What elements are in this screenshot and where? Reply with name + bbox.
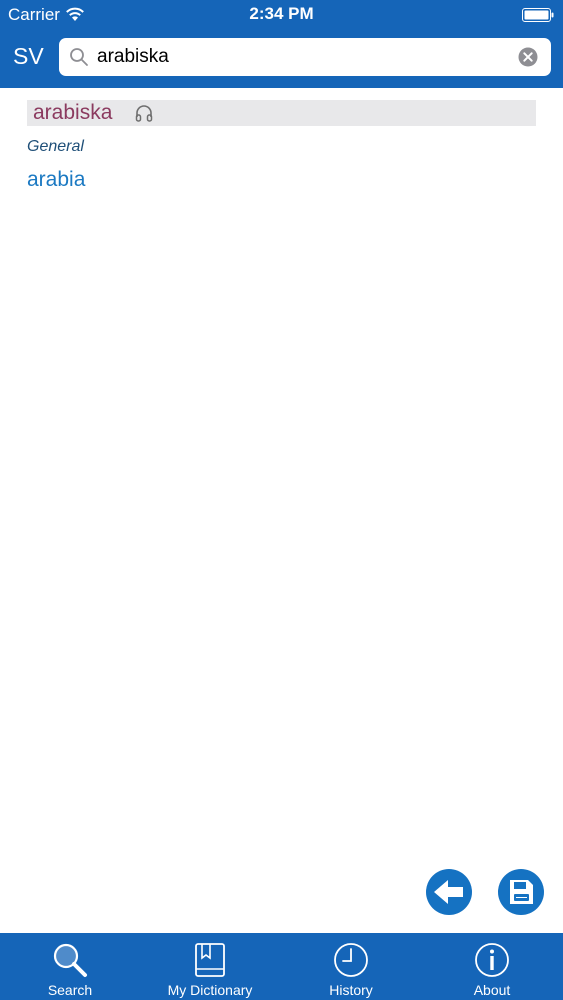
clock-icon	[334, 943, 368, 977]
tab-about[interactable]: About	[422, 933, 562, 1000]
clear-search-icon[interactable]	[518, 47, 538, 67]
headword-row: arabiska	[27, 100, 536, 126]
tab-label: History	[329, 982, 373, 998]
save-icon	[510, 880, 533, 904]
search-input[interactable]	[97, 38, 507, 76]
back-arrow-icon	[434, 880, 463, 904]
header: Carrier 2:34 PM SV	[0, 0, 563, 88]
search-row: SV	[0, 38, 563, 78]
info-icon	[475, 943, 509, 977]
battery-icon	[522, 8, 554, 22]
search-field[interactable]	[59, 38, 551, 76]
tab-label: Search	[47, 982, 93, 998]
tab-search[interactable]: Search	[0, 933, 140, 1000]
status-bar: Carrier 2:34 PM	[0, 0, 563, 30]
tab-bar: Search My Dictionary History About	[0, 933, 563, 1000]
book-icon	[195, 943, 225, 977]
search-icon	[70, 48, 88, 66]
category-label: General	[27, 138, 84, 155]
save-button[interactable]	[498, 869, 544, 915]
back-button[interactable]	[426, 869, 472, 915]
headword: arabiska	[33, 101, 113, 124]
tab-history[interactable]: History	[281, 933, 421, 1000]
headphones-icon[interactable]	[134, 103, 154, 123]
tab-label: About	[473, 982, 511, 998]
translation-link[interactable]: arabia	[27, 168, 85, 192]
search-icon	[53, 943, 87, 977]
dictionary-screen: Carrier 2:34 PM SV arabiska arabiska Gen…	[0, 0, 563, 1000]
tab-label: My Dictionary	[167, 982, 253, 998]
tab-my-dictionary[interactable]: My Dictionary	[140, 933, 280, 1000]
status-time: 2:34 PM	[249, 4, 314, 23]
language-switch-button[interactable]: SV	[13, 43, 44, 70]
